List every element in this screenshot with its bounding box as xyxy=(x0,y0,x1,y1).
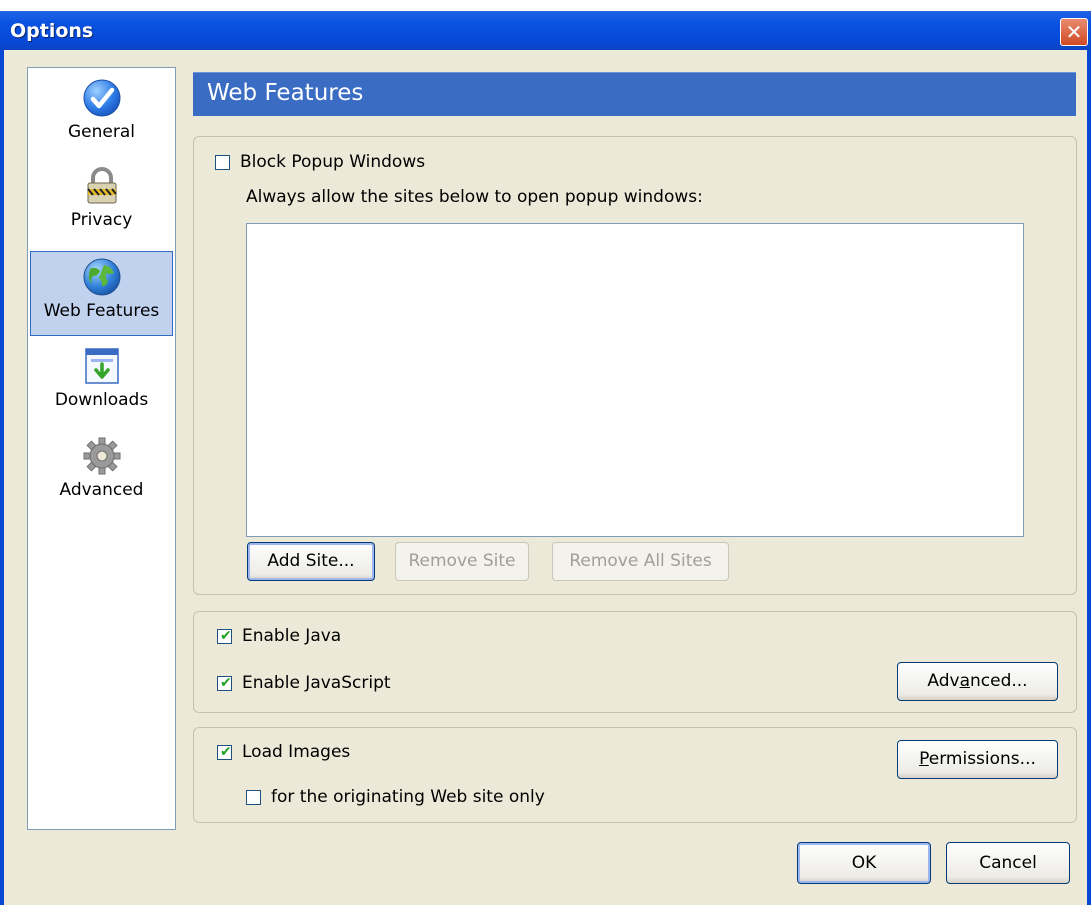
close-icon: ✕ xyxy=(1065,20,1083,44)
sidebar-item-general[interactable]: General xyxy=(30,78,173,158)
window-frame-left xyxy=(0,50,4,905)
sidebar-item-privacy[interactable]: Privacy xyxy=(30,166,173,246)
window-title: Options xyxy=(10,20,94,42)
close-button[interactable]: ✕ xyxy=(1060,18,1088,46)
enable-javascript-label: Enable JavaScript xyxy=(242,673,391,693)
enable-javascript-checkbox[interactable]: ✔ xyxy=(217,674,232,691)
check-mark-icon: ✔ xyxy=(220,743,232,760)
globe-icon xyxy=(83,258,120,296)
allowed-sites-list[interactable] xyxy=(246,223,1024,537)
block-popup-checkbox[interactable] xyxy=(215,154,230,170)
sidebar-item-web-features[interactable]: Web Features xyxy=(30,251,173,336)
block-popup-label: Block Popup Windows xyxy=(240,152,426,172)
title-bar[interactable]: Options ✕ xyxy=(0,0,1091,50)
remove-site-label: Remove Site xyxy=(408,551,516,571)
checkmark-circle-icon xyxy=(83,79,120,117)
remove-site-button[interactable]: Remove Site xyxy=(395,542,529,581)
javascript-advanced-button[interactable]: Advanced... xyxy=(897,662,1058,701)
load-images-checkbox[interactable]: ✔ xyxy=(217,743,232,760)
window-frame-right xyxy=(1087,50,1091,905)
gear-icon xyxy=(83,437,120,475)
options-dialog: Options ✕ General Privacy Web Features D… xyxy=(0,0,1091,905)
enable-java-row: ✔ Enable Java xyxy=(217,626,341,646)
title-bar-top-strip xyxy=(0,0,1091,11)
enable-javascript-row: ✔ Enable JavaScript xyxy=(217,673,391,693)
sidebar-item-label: Advanced xyxy=(59,480,144,500)
originating-only-label: for the originating Web site only xyxy=(271,787,545,807)
padlock-icon xyxy=(86,167,117,204)
load-images-label: Load Images xyxy=(242,742,351,762)
sidebar-item-label: Downloads xyxy=(54,390,149,410)
sidebar-item-label: Privacy xyxy=(70,210,133,230)
ok-label: OK xyxy=(851,853,877,873)
sidebar-item-downloads[interactable]: Downloads xyxy=(30,346,173,426)
cancel-button[interactable]: Cancel xyxy=(946,842,1070,884)
remove-all-sites-button[interactable]: Remove All Sites xyxy=(552,542,729,581)
load-images-row: ✔ Load Images xyxy=(217,742,350,762)
block-popup-row: Block Popup Windows xyxy=(215,152,425,172)
category-sidebar: General Privacy Web Features Downloads A… xyxy=(27,67,176,830)
enable-java-checkbox[interactable]: ✔ xyxy=(217,627,232,644)
sidebar-item-advanced[interactable]: Advanced xyxy=(30,436,173,516)
enable-java-label: Enable Java xyxy=(242,626,342,646)
image-permissions-button[interactable]: Permissions... xyxy=(897,740,1058,779)
sidebar-item-label: Web Features xyxy=(43,301,160,321)
add-site-button[interactable]: Add Site... xyxy=(247,542,375,581)
cancel-label: Cancel xyxy=(979,853,1037,873)
check-mark-icon: ✔ xyxy=(220,674,232,691)
add-site-label: Add Site... xyxy=(267,551,355,571)
allow-sites-text: Always allow the sites below to open pop… xyxy=(246,187,703,207)
panel-header: Web Features xyxy=(193,72,1076,116)
download-window-icon xyxy=(84,348,119,384)
panel-title: Web Features xyxy=(207,80,364,106)
originating-only-checkbox[interactable] xyxy=(246,789,261,805)
check-mark-icon: ✔ xyxy=(220,627,232,644)
sidebar-item-label: General xyxy=(68,122,135,142)
permissions-button-label: Permissions... xyxy=(919,749,1036,769)
remove-all-sites-label: Remove All Sites xyxy=(569,551,712,571)
originating-only-row: for the originating Web site only xyxy=(246,787,545,807)
advanced-button-label: Advanced... xyxy=(927,671,1028,691)
ok-button[interactable]: OK xyxy=(797,842,931,884)
